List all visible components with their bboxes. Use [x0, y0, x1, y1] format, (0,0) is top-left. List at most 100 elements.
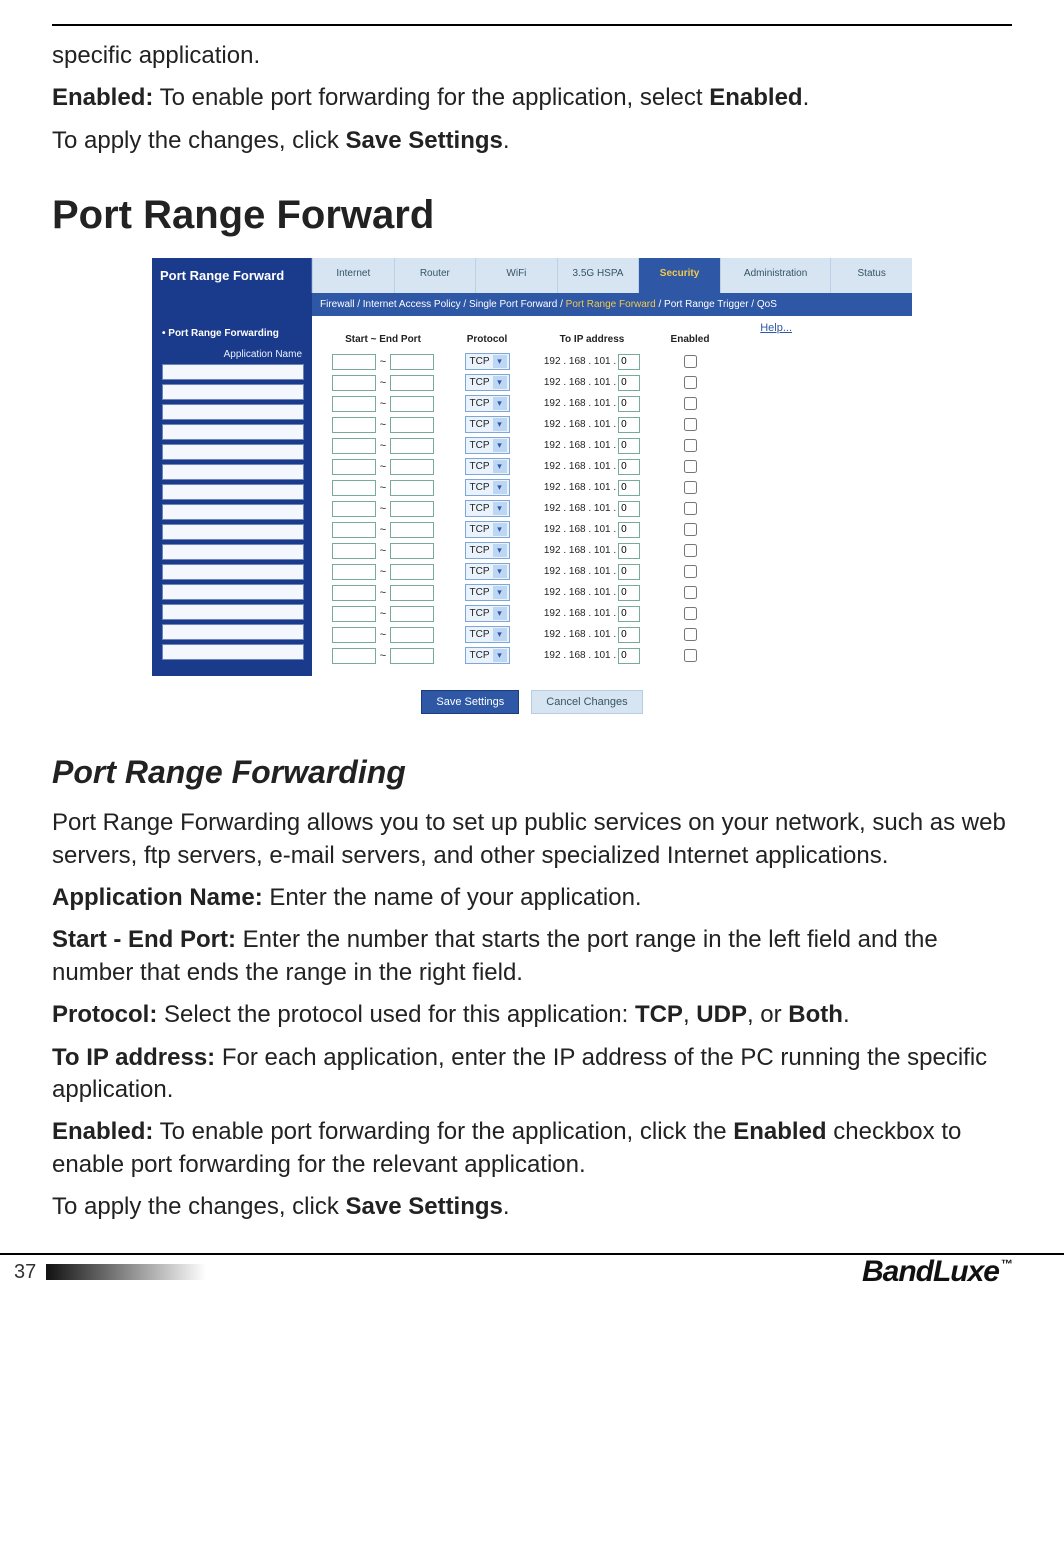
tab-status[interactable]: Status — [830, 258, 912, 293]
enabled-checkbox[interactable] — [684, 649, 697, 662]
ip-last-octet-input[interactable] — [618, 648, 640, 664]
application-name-input[interactable] — [162, 524, 304, 540]
end-port-input[interactable] — [390, 438, 434, 454]
application-name-input[interactable] — [162, 424, 304, 440]
protocol-select[interactable]: TCP▾ — [465, 563, 510, 580]
protocol-select[interactable]: TCP▾ — [465, 458, 510, 475]
ip-last-octet-input[interactable] — [618, 522, 640, 538]
start-port-input[interactable] — [332, 501, 376, 517]
end-port-input[interactable] — [390, 354, 434, 370]
cancel-changes-button[interactable]: Cancel Changes — [531, 690, 642, 714]
end-port-input[interactable] — [390, 627, 434, 643]
enabled-checkbox[interactable] — [684, 628, 697, 641]
protocol-select[interactable]: TCP▾ — [465, 647, 510, 664]
enabled-checkbox[interactable] — [684, 502, 697, 515]
ip-last-octet-input[interactable] — [618, 459, 640, 475]
protocol-select[interactable]: TCP▾ — [465, 584, 510, 601]
ip-last-octet-input[interactable] — [618, 501, 640, 517]
enabled-checkbox[interactable] — [684, 439, 697, 452]
tab-3-5g-hspa[interactable]: 3.5G HSPA — [557, 258, 639, 293]
application-name-input[interactable] — [162, 564, 304, 580]
ip-last-octet-input[interactable] — [618, 417, 640, 433]
start-port-input[interactable] — [332, 459, 376, 475]
ip-last-octet-input[interactable] — [618, 606, 640, 622]
enabled-checkbox[interactable] — [684, 460, 697, 473]
end-port-input[interactable] — [390, 564, 434, 580]
start-port-input[interactable] — [332, 606, 376, 622]
end-port-input[interactable] — [390, 585, 434, 601]
application-name-input[interactable] — [162, 624, 304, 640]
ip-last-octet-input[interactable] — [618, 396, 640, 412]
enabled-checkbox[interactable] — [684, 376, 697, 389]
start-port-input[interactable] — [332, 648, 376, 664]
start-port-input[interactable] — [332, 480, 376, 496]
start-port-input[interactable] — [332, 396, 376, 412]
start-port-input[interactable] — [332, 438, 376, 454]
ip-last-octet-input[interactable] — [618, 438, 640, 454]
tab-router[interactable]: Router — [394, 258, 476, 293]
tab-security[interactable]: Security — [638, 258, 720, 293]
protocol-select[interactable]: TCP▾ — [465, 500, 510, 517]
ip-last-octet-input[interactable] — [618, 375, 640, 391]
enabled-checkbox[interactable] — [684, 586, 697, 599]
start-port-input[interactable] — [332, 585, 376, 601]
protocol-select[interactable]: TCP▾ — [465, 521, 510, 538]
start-port-input[interactable] — [332, 522, 376, 538]
protocol-select[interactable]: TCP▾ — [465, 437, 510, 454]
protocol-select[interactable]: TCP▾ — [465, 479, 510, 496]
application-name-input[interactable] — [162, 384, 304, 400]
protocol-select[interactable]: TCP▾ — [465, 542, 510, 559]
application-name-input[interactable] — [162, 404, 304, 420]
end-port-input[interactable] — [390, 648, 434, 664]
end-port-input[interactable] — [390, 417, 434, 433]
application-name-input[interactable] — [162, 364, 304, 380]
enabled-checkbox[interactable] — [684, 355, 697, 368]
end-port-input[interactable] — [390, 543, 434, 559]
start-port-input[interactable] — [332, 354, 376, 370]
tab-administration[interactable]: Administration — [720, 258, 831, 293]
start-port-input[interactable] — [332, 543, 376, 559]
application-name-input[interactable] — [162, 644, 304, 660]
enabled-checkbox[interactable] — [684, 418, 697, 431]
save-settings-button[interactable]: Save Settings — [421, 690, 519, 714]
protocol-select[interactable]: TCP▾ — [465, 353, 510, 370]
ip-last-octet-input[interactable] — [618, 354, 640, 370]
protocol-select[interactable]: TCP▾ — [465, 626, 510, 643]
ip-last-octet-input[interactable] — [618, 543, 640, 559]
application-name-input[interactable] — [162, 604, 304, 620]
enabled-checkbox[interactable] — [684, 481, 697, 494]
ip-last-octet-input[interactable] — [618, 627, 640, 643]
enabled-checkbox[interactable] — [684, 397, 697, 410]
enabled-checkbox[interactable] — [684, 607, 697, 620]
application-name-input[interactable] — [162, 484, 304, 500]
ip-last-octet-input[interactable] — [618, 564, 640, 580]
protocol-select[interactable]: TCP▾ — [465, 374, 510, 391]
ip-last-octet-input[interactable] — [618, 480, 640, 496]
protocol-select[interactable]: TCP▾ — [465, 416, 510, 433]
end-port-input[interactable] — [390, 396, 434, 412]
start-port-input[interactable] — [332, 627, 376, 643]
tab-internet[interactable]: Internet — [312, 258, 394, 293]
protocol-select[interactable]: TCP▾ — [465, 395, 510, 412]
protocol-select[interactable]: TCP▾ — [465, 605, 510, 622]
enabled-checkbox[interactable] — [684, 523, 697, 536]
end-port-input[interactable] — [390, 375, 434, 391]
application-name-input[interactable] — [162, 544, 304, 560]
end-port-input[interactable] — [390, 501, 434, 517]
application-name-input[interactable] — [162, 444, 304, 460]
end-port-input[interactable] — [390, 459, 434, 475]
help-link[interactable]: Help... — [760, 322, 792, 334]
ip-last-octet-input[interactable] — [618, 585, 640, 601]
application-name-input[interactable] — [162, 464, 304, 480]
end-port-input[interactable] — [390, 522, 434, 538]
start-port-input[interactable] — [332, 375, 376, 391]
application-name-input[interactable] — [162, 504, 304, 520]
start-port-input[interactable] — [332, 417, 376, 433]
enabled-checkbox[interactable] — [684, 565, 697, 578]
tab-wifi[interactable]: WiFi — [475, 258, 557, 293]
enabled-checkbox[interactable] — [684, 544, 697, 557]
application-name-input[interactable] — [162, 584, 304, 600]
start-port-input[interactable] — [332, 564, 376, 580]
end-port-input[interactable] — [390, 606, 434, 622]
end-port-input[interactable] — [390, 480, 434, 496]
